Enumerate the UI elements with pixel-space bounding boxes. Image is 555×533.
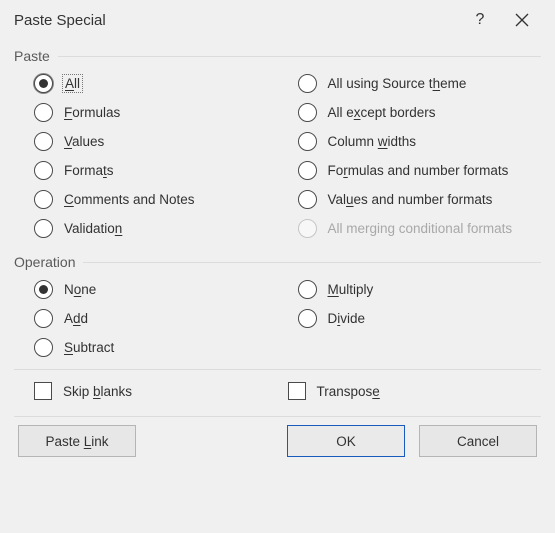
radio-icon: [298, 161, 317, 180]
paste-radio-validation[interactable]: Validation: [34, 219, 278, 238]
radio-label: None: [64, 282, 96, 297]
button-label: OK: [336, 434, 356, 449]
operation-radio-none[interactable]: None: [34, 280, 278, 299]
operation-group-label: Operation: [14, 254, 75, 270]
close-icon: [515, 13, 529, 27]
help-button[interactable]: ?: [459, 1, 501, 39]
radio-icon: [34, 161, 53, 180]
radio-label: Formulas and number formats: [328, 163, 509, 178]
radio-icon: [34, 190, 53, 209]
divider: [83, 262, 541, 263]
radio-label: Subtract: [64, 340, 114, 355]
checkbox-label: Skip blanks: [63, 384, 132, 399]
radio-label: Formats: [64, 163, 114, 178]
ok-button[interactable]: OK: [287, 425, 405, 457]
radio-icon: [298, 219, 317, 238]
radio-label: Validation: [64, 221, 122, 236]
dialog-title: Paste Special: [14, 12, 459, 29]
divider: [58, 56, 541, 57]
radio-label: Column widths: [328, 134, 417, 149]
checkbox-skip-blanks[interactable]: Skip blanks: [34, 382, 288, 400]
radio-label: All using Source theme: [328, 76, 467, 91]
paste-radio-comments-and-notes[interactable]: Comments and Notes: [34, 190, 278, 209]
paste-radio-values-and-number-formats[interactable]: Values and number formats: [298, 190, 542, 209]
operation-radio-divide[interactable]: Divide: [298, 309, 542, 328]
radio-label: Add: [64, 311, 88, 326]
paste-link-button[interactable]: Paste Link: [18, 425, 136, 457]
radio-icon: [34, 338, 53, 357]
paste-radio-all-merging-conditional-formats: All merging conditional formats: [298, 219, 542, 238]
radio-icon: [298, 132, 317, 151]
radio-label: Formulas: [64, 105, 120, 120]
paste-radio-column-widths[interactable]: Column widths: [298, 132, 542, 151]
cancel-button[interactable]: Cancel: [419, 425, 537, 457]
operation-radio-add[interactable]: Add: [34, 309, 278, 328]
radio-icon: [298, 103, 317, 122]
radio-icon: [34, 103, 53, 122]
radio-label: All: [64, 76, 81, 91]
radio-icon: [34, 309, 53, 328]
radio-label: Values and number formats: [328, 192, 493, 207]
checkbox-icon: [34, 382, 52, 400]
operation-radio-subtract[interactable]: Subtract: [34, 338, 278, 357]
paste-options: All Formulas Values Formats Comments and Not…: [14, 64, 541, 250]
check-options: Skip blanks Transpose: [14, 370, 541, 416]
paste-radio-formulas-and-number-formats[interactable]: Formulas and number formats: [298, 161, 542, 180]
button-row: Paste Link OK Cancel: [14, 417, 541, 461]
operation-radio-multiply[interactable]: Multiply: [298, 280, 542, 299]
paste-group-label: Paste: [14, 48, 50, 64]
button-label: Paste Link: [45, 434, 108, 449]
checkbox-label: Transpose: [317, 384, 380, 399]
radio-icon: [298, 74, 317, 93]
radio-icon: [34, 219, 53, 238]
radio-label: Comments and Notes: [64, 192, 195, 207]
close-button[interactable]: [501, 1, 543, 39]
radio-icon: [34, 74, 53, 93]
titlebar: Paste Special ?: [0, 0, 555, 40]
paste-radio-formats[interactable]: Formats: [34, 161, 278, 180]
radio-label: Multiply: [328, 282, 374, 297]
paste-radio-formulas[interactable]: Formulas: [34, 103, 278, 122]
radio-icon: [34, 132, 53, 151]
radio-icon: [298, 190, 317, 209]
radio-icon: [34, 280, 53, 299]
checkbox-transpose[interactable]: Transpose: [288, 382, 542, 400]
button-label: Cancel: [457, 434, 499, 449]
radio-icon: [298, 309, 317, 328]
operation-options: None Add Subtract Multiply Divide: [14, 270, 541, 369]
paste-radio-all[interactable]: All: [34, 74, 278, 93]
paste-radio-all-except-borders[interactable]: All except borders: [298, 103, 542, 122]
checkbox-icon: [288, 382, 306, 400]
dialog-content: Paste All Formulas Values Formats Comments a…: [0, 40, 555, 475]
radio-label: All merging conditional formats: [328, 221, 513, 236]
radio-label: Divide: [328, 311, 366, 326]
paste-radio-values[interactable]: Values: [34, 132, 278, 151]
paste-radio-all-using-source-theme[interactable]: All using Source theme: [298, 74, 542, 93]
radio-icon: [298, 280, 317, 299]
radio-label: All except borders: [328, 105, 436, 120]
radio-label: Values: [64, 134, 104, 149]
help-icon: ?: [476, 11, 485, 29]
